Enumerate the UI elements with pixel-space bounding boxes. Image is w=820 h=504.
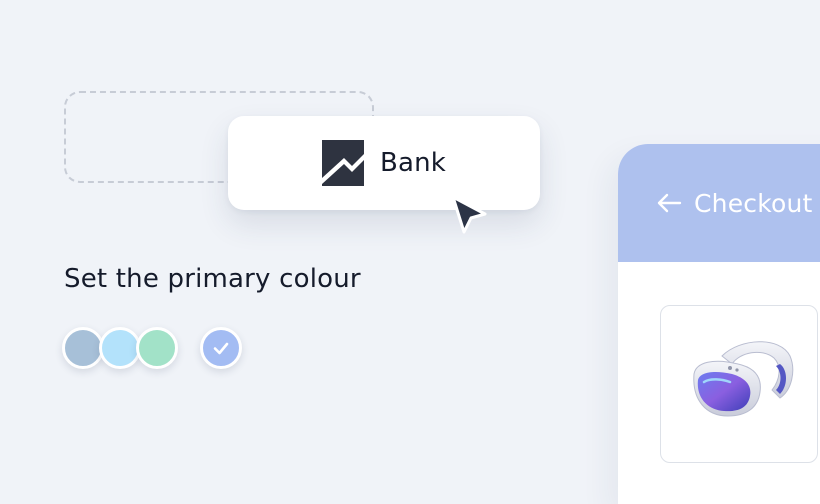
bank-logo-icon — [321, 140, 364, 186]
logo-card[interactable]: Bank — [228, 116, 540, 210]
colour-swatch-periwinkle-selected[interactable] — [200, 327, 242, 369]
pointer-cursor-icon — [451, 195, 487, 234]
colour-swatch-mint[interactable] — [136, 327, 178, 369]
product-card[interactable] — [660, 305, 818, 463]
checkout-title: Checkout — [694, 188, 813, 218]
colour-swatch-light-blue[interactable] — [99, 327, 141, 369]
checkout-header: Checkout — [618, 144, 820, 262]
arrow-left-icon[interactable] — [656, 193, 682, 213]
colour-swatch-blue-grey[interactable] — [62, 327, 104, 369]
checkout-panel: Checkout — [618, 144, 820, 504]
logo-name: Bank — [379, 148, 447, 178]
vr-headset-icon — [693, 341, 794, 417]
primary-colour-heading: Set the primary colour — [64, 264, 361, 294]
check-icon — [213, 342, 229, 355]
